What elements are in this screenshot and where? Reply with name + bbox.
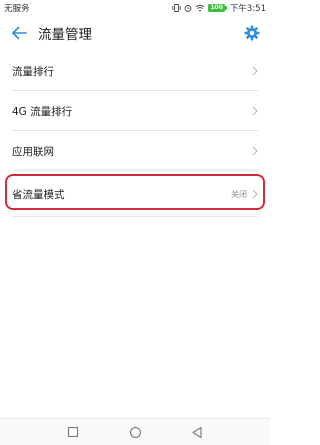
chevron-right-icon [251,189,258,199]
alarm-icon [184,4,192,12]
list-item-label: 应用联网 [12,145,54,158]
list-item-app-networking[interactable]: 应用联网 [0,131,270,171]
recent-apps-button[interactable] [65,424,81,440]
chevron-right-icon [251,106,258,116]
list-item-4g-traffic-ranking[interactable]: 4G 流量排行 [0,91,270,131]
back-icon [192,426,202,438]
list-item-label: 省流量模式 [12,188,65,201]
carrier-label: 无服务 [4,3,30,14]
settings-list: 流量排行 4G 流量排行 应用联网 省流量模式 关闭 [0,51,270,217]
status-icons: 100 下午3:51 [172,2,266,14]
wifi-icon [195,4,205,12]
chevron-right-icon [251,146,258,156]
page-title: 流量管理 [38,27,92,43]
list-item-data-saver-mode[interactable]: 省流量模式 关闭 [0,171,270,217]
navigation-bar [0,418,270,445]
home-icon [129,426,141,438]
list-item-traffic-ranking[interactable]: 流量排行 [0,51,270,91]
battery-icon: 100 [208,3,225,12]
vibrate-icon [172,3,181,12]
home-button[interactable] [127,424,143,440]
settings-button[interactable] [242,23,262,43]
gear-icon [244,25,260,41]
screen: 无服务 100 下午3:51 流量管理 流量排行 4G 流量排行 应用联网 省流… [0,0,270,445]
battery-tip [225,5,227,10]
clock: 下午3:51 [229,3,266,14]
chevron-right-icon [251,66,258,76]
list-item-label: 4G 流量排行 [12,105,73,118]
list-item-label: 流量排行 [12,65,54,78]
recent-apps-icon [67,426,79,438]
back-arrow-icon [12,26,27,40]
status-bar: 无服务 100 下午3:51 [0,0,270,15]
app-header: 流量管理 [0,15,270,51]
back-button[interactable] [4,15,34,51]
battery-indicator: 100 [208,3,227,12]
nav-back-button[interactable] [189,424,205,440]
data-saver-status: 关闭 [231,189,247,199]
